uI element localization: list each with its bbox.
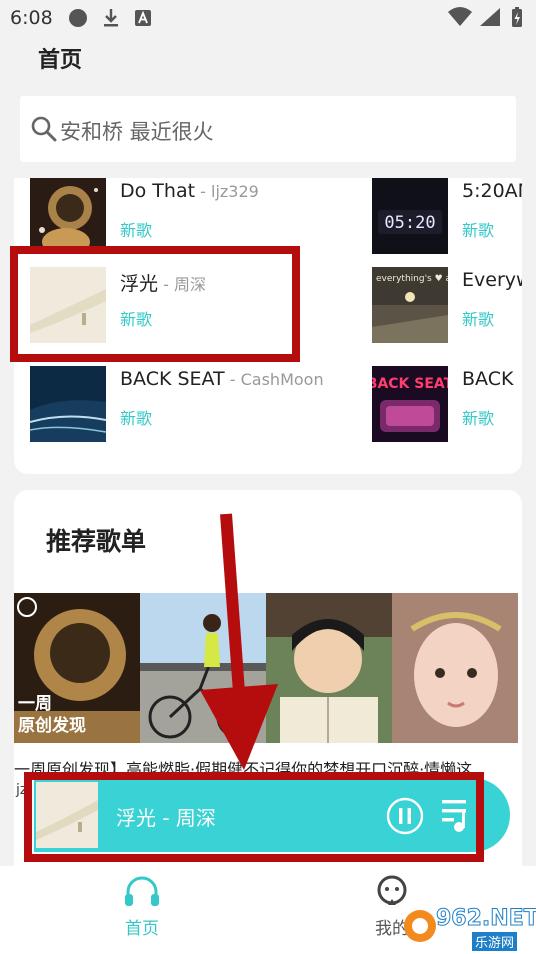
app-a-icon [134,8,152,32]
new-songs-card: Do That - ljz329 新歌 05:20 5:20AM 新歌 浮光 -… [14,178,522,474]
notification-dot-icon [68,8,88,32]
song-cover [30,366,106,442]
new-song-badge: 新歌 [120,221,153,240]
song-title: BACK [462,368,514,390]
tab-home[interactable]: 首页 [102,874,182,939]
battery-icon [512,7,522,27]
playlist-thumbnail[interactable] [266,593,392,743]
song-title: Everyw [462,269,522,291]
player-cover [36,782,98,848]
svg-text:05:20: 05:20 [384,213,435,233]
svg-text:everything's ♥ a-: everything's ♥ a- [376,274,448,284]
song-cover: everything's ♥ a- [372,267,448,343]
playlist-names: 一周原创发现】高能燃脂·假期健不记得你的梦想开口沉醉·情懒这 [14,760,473,779]
new-song-badge: 新歌 [462,409,495,428]
song-title: 5:20AM [462,180,522,202]
song-title: Do That - ljz329 [120,180,259,202]
mini-player[interactable]: 浮光 - 周深 [34,778,510,852]
svg-text:一周: 一周 [18,694,52,714]
watermark-logo: 962.NET 乐游网 [402,904,536,951]
playlist-thumbnail[interactable]: 一周 原创发现 [14,593,140,743]
song-cover: 05:20 [372,178,448,254]
playlist-thumbnail[interactable] [140,593,266,743]
search-icon [31,116,57,146]
song-title: 浮光 - 周深 [120,273,206,295]
new-song-badge: 新歌 [120,310,153,329]
status-time: 6:08 [10,7,53,29]
song-title: BACK SEAT - CashMoon [120,368,324,390]
page-title: 首页 [38,48,83,73]
playlist-sub: jz [16,782,28,798]
search-bar[interactable]: 安和桥 最近很火 [20,96,516,162]
new-song-badge: 新歌 [462,310,495,329]
song-item[interactable]: everything's ♥ a- Everyw 新歌 [372,267,522,343]
song-item[interactable]: Do That - ljz329 新歌 [30,178,330,254]
new-song-badge: 新歌 [120,409,153,428]
playlist-queue-icon[interactable] [442,798,472,836]
song-item[interactable]: 05:20 5:20AM 新歌 [372,178,522,254]
song-cover [30,178,106,254]
status-icons [446,6,526,30]
svg-text:BACK SEAT: BACK SEAT [372,376,448,392]
song-item[interactable]: BACK SEAT - CashMoon 新歌 [30,366,330,442]
song-cover [30,267,106,343]
tab-label: 首页 [125,919,159,939]
headphones-icon [122,876,162,912]
section-title: 推荐歌单 [46,527,147,556]
song-cover: BACK SEAT [372,366,448,442]
new-song-badge: 新歌 [462,221,495,240]
wifi-icon [448,7,472,26]
signal-icon [480,8,500,26]
song-item[interactable]: 浮光 - 周深 新歌 [30,267,330,343]
song-item[interactable]: BACK SEAT BACK 新歌 [372,366,522,442]
playlist-thumbnail[interactable] [392,593,518,743]
status-bar: 6:08 [0,0,536,36]
player-title: 浮光 - 周深 [116,806,216,830]
search-placeholder: 安和桥 最近很火 [60,120,214,144]
svg-text:原创发现: 原创发现 [18,715,86,736]
pause-icon[interactable] [386,797,424,839]
download-icon [102,8,120,32]
